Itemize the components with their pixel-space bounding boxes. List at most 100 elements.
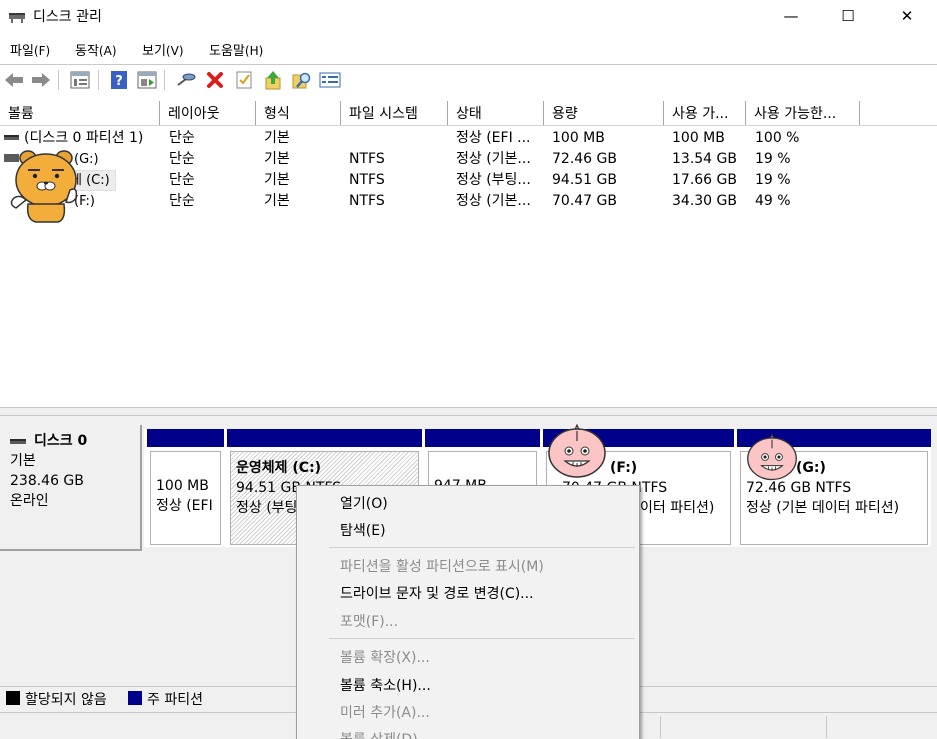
cell-capacity: 100 MB xyxy=(552,130,605,146)
toolbar-divider xyxy=(98,70,99,90)
cell-capacity: 94.51 GB xyxy=(552,172,617,188)
menu-explore[interactable]: 탐색(E) xyxy=(340,518,386,545)
close-button[interactable]: ✕ xyxy=(878,0,936,32)
column-free-space[interactable]: 사용 가... xyxy=(664,101,746,125)
maximize-button[interactable]: ☐ xyxy=(819,0,877,32)
partition-name: 운영체제 (C:) xyxy=(236,460,322,476)
cell-free-space: 17.66 GB xyxy=(672,172,737,188)
cell-free-space: 34.30 GB xyxy=(672,193,737,209)
disk-state: 온라인 xyxy=(10,493,49,509)
delete-icon[interactable] xyxy=(204,69,226,91)
column-status[interactable]: 상태 xyxy=(448,101,544,125)
menu-help[interactable]: 도움말(H) xyxy=(209,40,263,59)
table-row[interactable]: (F:) 단순 기본 NTFS 정상 (기본... 70.47 GB 34.30… xyxy=(0,191,937,212)
volume-icon xyxy=(4,135,19,140)
cell-filesystem: NTFS xyxy=(349,193,385,209)
window-title: 디스크 관리 xyxy=(33,9,102,25)
menu-add-mirror[interactable]: 미러 추가(A)... xyxy=(340,700,430,727)
menu-shrink-volume[interactable]: 볼륨 축소(H)... xyxy=(340,673,431,700)
pane-splitter[interactable] xyxy=(0,407,937,416)
cell-layout: 단순 xyxy=(169,130,195,146)
help-icon[interactable]: ? xyxy=(108,69,130,91)
menu-view[interactable]: 보기(V) xyxy=(142,40,184,59)
up-icon[interactable] xyxy=(262,69,284,91)
menu-change-drive-letter[interactable]: 드라이브 문자 및 경로 변경(C)... xyxy=(340,581,534,608)
cell-percent-free: 19 % xyxy=(755,151,791,167)
partition-bar xyxy=(425,429,540,447)
cell-capacity: 72.46 GB xyxy=(552,151,617,167)
legend-primary: 주 파티션 xyxy=(147,692,203,708)
column-type[interactable]: 형식 xyxy=(256,101,341,125)
cell-type: 기본 xyxy=(264,151,290,167)
menu-divider xyxy=(0,64,937,65)
cell-layout: 단순 xyxy=(169,193,195,209)
legend-unallocated: 할당되지 않음 xyxy=(25,692,107,708)
cell-percent-free: 49 % xyxy=(755,193,791,209)
cell-status: 정상 (기본... xyxy=(456,151,531,167)
menu-action[interactable]: 동작(A) xyxy=(75,40,117,59)
partition-size: 100 MB xyxy=(156,478,209,494)
list-view-icon[interactable] xyxy=(69,69,91,91)
column-volume[interactable]: 볼륨 xyxy=(0,101,160,125)
partition-status: 정상 (EFI xyxy=(156,498,213,514)
cell-layout: 단순 xyxy=(169,151,195,167)
disk-type: 기본 xyxy=(10,453,36,469)
back-icon[interactable] xyxy=(3,69,25,91)
cell-filesystem: NTFS xyxy=(349,151,385,167)
cell-status: 정상 (기본... xyxy=(456,193,531,209)
cell-type: 기본 xyxy=(264,130,290,146)
menu-delete-volume[interactable]: 볼륨 삭제(D)... xyxy=(340,727,431,739)
unallocated-swatch xyxy=(6,691,20,705)
partition-status: 정상 (기본 데이터 파티션) xyxy=(746,500,900,516)
partition-bar xyxy=(227,429,422,447)
disk-info-label[interactable]: 디스크 0 기본 238.46 GB 온라인 xyxy=(0,425,142,551)
connect-icon[interactable] xyxy=(175,69,197,91)
table-row[interactable]: 체 (C:) 단순 기본 NTFS 정상 (부팅... 94.51 GB 17.… xyxy=(0,170,937,191)
disk-management-icon xyxy=(8,8,26,24)
cell-free-space: 100 MB xyxy=(672,130,725,146)
cell-free-space: 13.54 GB xyxy=(672,151,737,167)
primary-swatch xyxy=(128,691,142,705)
table-row[interactable]: (G:) 단순 기본 NTFS 정상 (기본... 72.46 GB 13.54… xyxy=(0,149,937,170)
disk-name: 디스크 0 xyxy=(34,433,88,449)
svg-text:?: ? xyxy=(115,74,123,89)
column-filesystem[interactable]: 파일 시스템 xyxy=(341,101,448,125)
status-divider xyxy=(660,716,661,738)
table-row[interactable]: (디스크 0 파티션 1) 단순 기본 정상 (EFI ... 100 MB 1… xyxy=(0,128,937,149)
partition-efi[interactable]: 100 MB 정상 (EFI xyxy=(144,429,224,547)
title-bar: 디스크 관리 — ☐ ✕ xyxy=(0,0,937,34)
cell-capacity: 70.47 GB xyxy=(552,193,617,209)
menu-mark-active[interactable]: 파티션을 활성 파티션으로 표시(M) xyxy=(340,554,544,581)
cell-percent-free: 19 % xyxy=(755,172,791,188)
checklist-icon[interactable] xyxy=(233,69,255,91)
column-capacity[interactable]: 용량 xyxy=(544,101,664,125)
details-icon[interactable] xyxy=(319,69,341,91)
search-icon[interactable] xyxy=(291,69,313,91)
context-menu: 열기(O) 탐색(E) 파티션을 활성 파티션으로 표시(M) 드라이브 문자 … xyxy=(296,485,640,739)
column-percent-free[interactable]: 사용 가능한... xyxy=(746,101,860,125)
forward-icon[interactable] xyxy=(30,69,52,91)
cell-status: 정상 (EFI ... xyxy=(456,130,531,146)
disk-size: 238.46 GB xyxy=(10,473,84,489)
cell-layout: 단순 xyxy=(169,172,195,188)
cell-filesystem: NTFS xyxy=(349,172,385,188)
disk-icon xyxy=(10,438,26,444)
ryan-sticker xyxy=(6,146,78,223)
partition-body: 100 MB 정상 (EFI xyxy=(150,451,221,545)
cell-percent-free: 100 % xyxy=(755,130,800,146)
apeach-sticker xyxy=(545,421,607,478)
status-divider xyxy=(826,716,827,738)
menu-open[interactable]: 열기(O) xyxy=(340,491,388,518)
menu-file[interactable]: 파일(F) xyxy=(10,40,50,59)
cell-type: 기본 xyxy=(264,193,290,209)
menu-separator xyxy=(329,638,635,639)
cell-status: 정상 (부팅... xyxy=(456,172,531,188)
properties-view-icon[interactable] xyxy=(136,69,158,91)
menu-format[interactable]: 포맷(F)... xyxy=(340,609,398,636)
menu-bar: 파일(F) 동작(A) 보기(V) 도움말(H) xyxy=(0,37,937,61)
minimize-button[interactable]: — xyxy=(762,0,820,32)
cell-type: 기본 xyxy=(264,172,290,188)
column-layout[interactable]: 레이아웃 xyxy=(160,101,256,125)
menu-extend-volume[interactable]: 볼륨 확장(X)... xyxy=(340,645,430,672)
partition-bar xyxy=(147,429,224,447)
